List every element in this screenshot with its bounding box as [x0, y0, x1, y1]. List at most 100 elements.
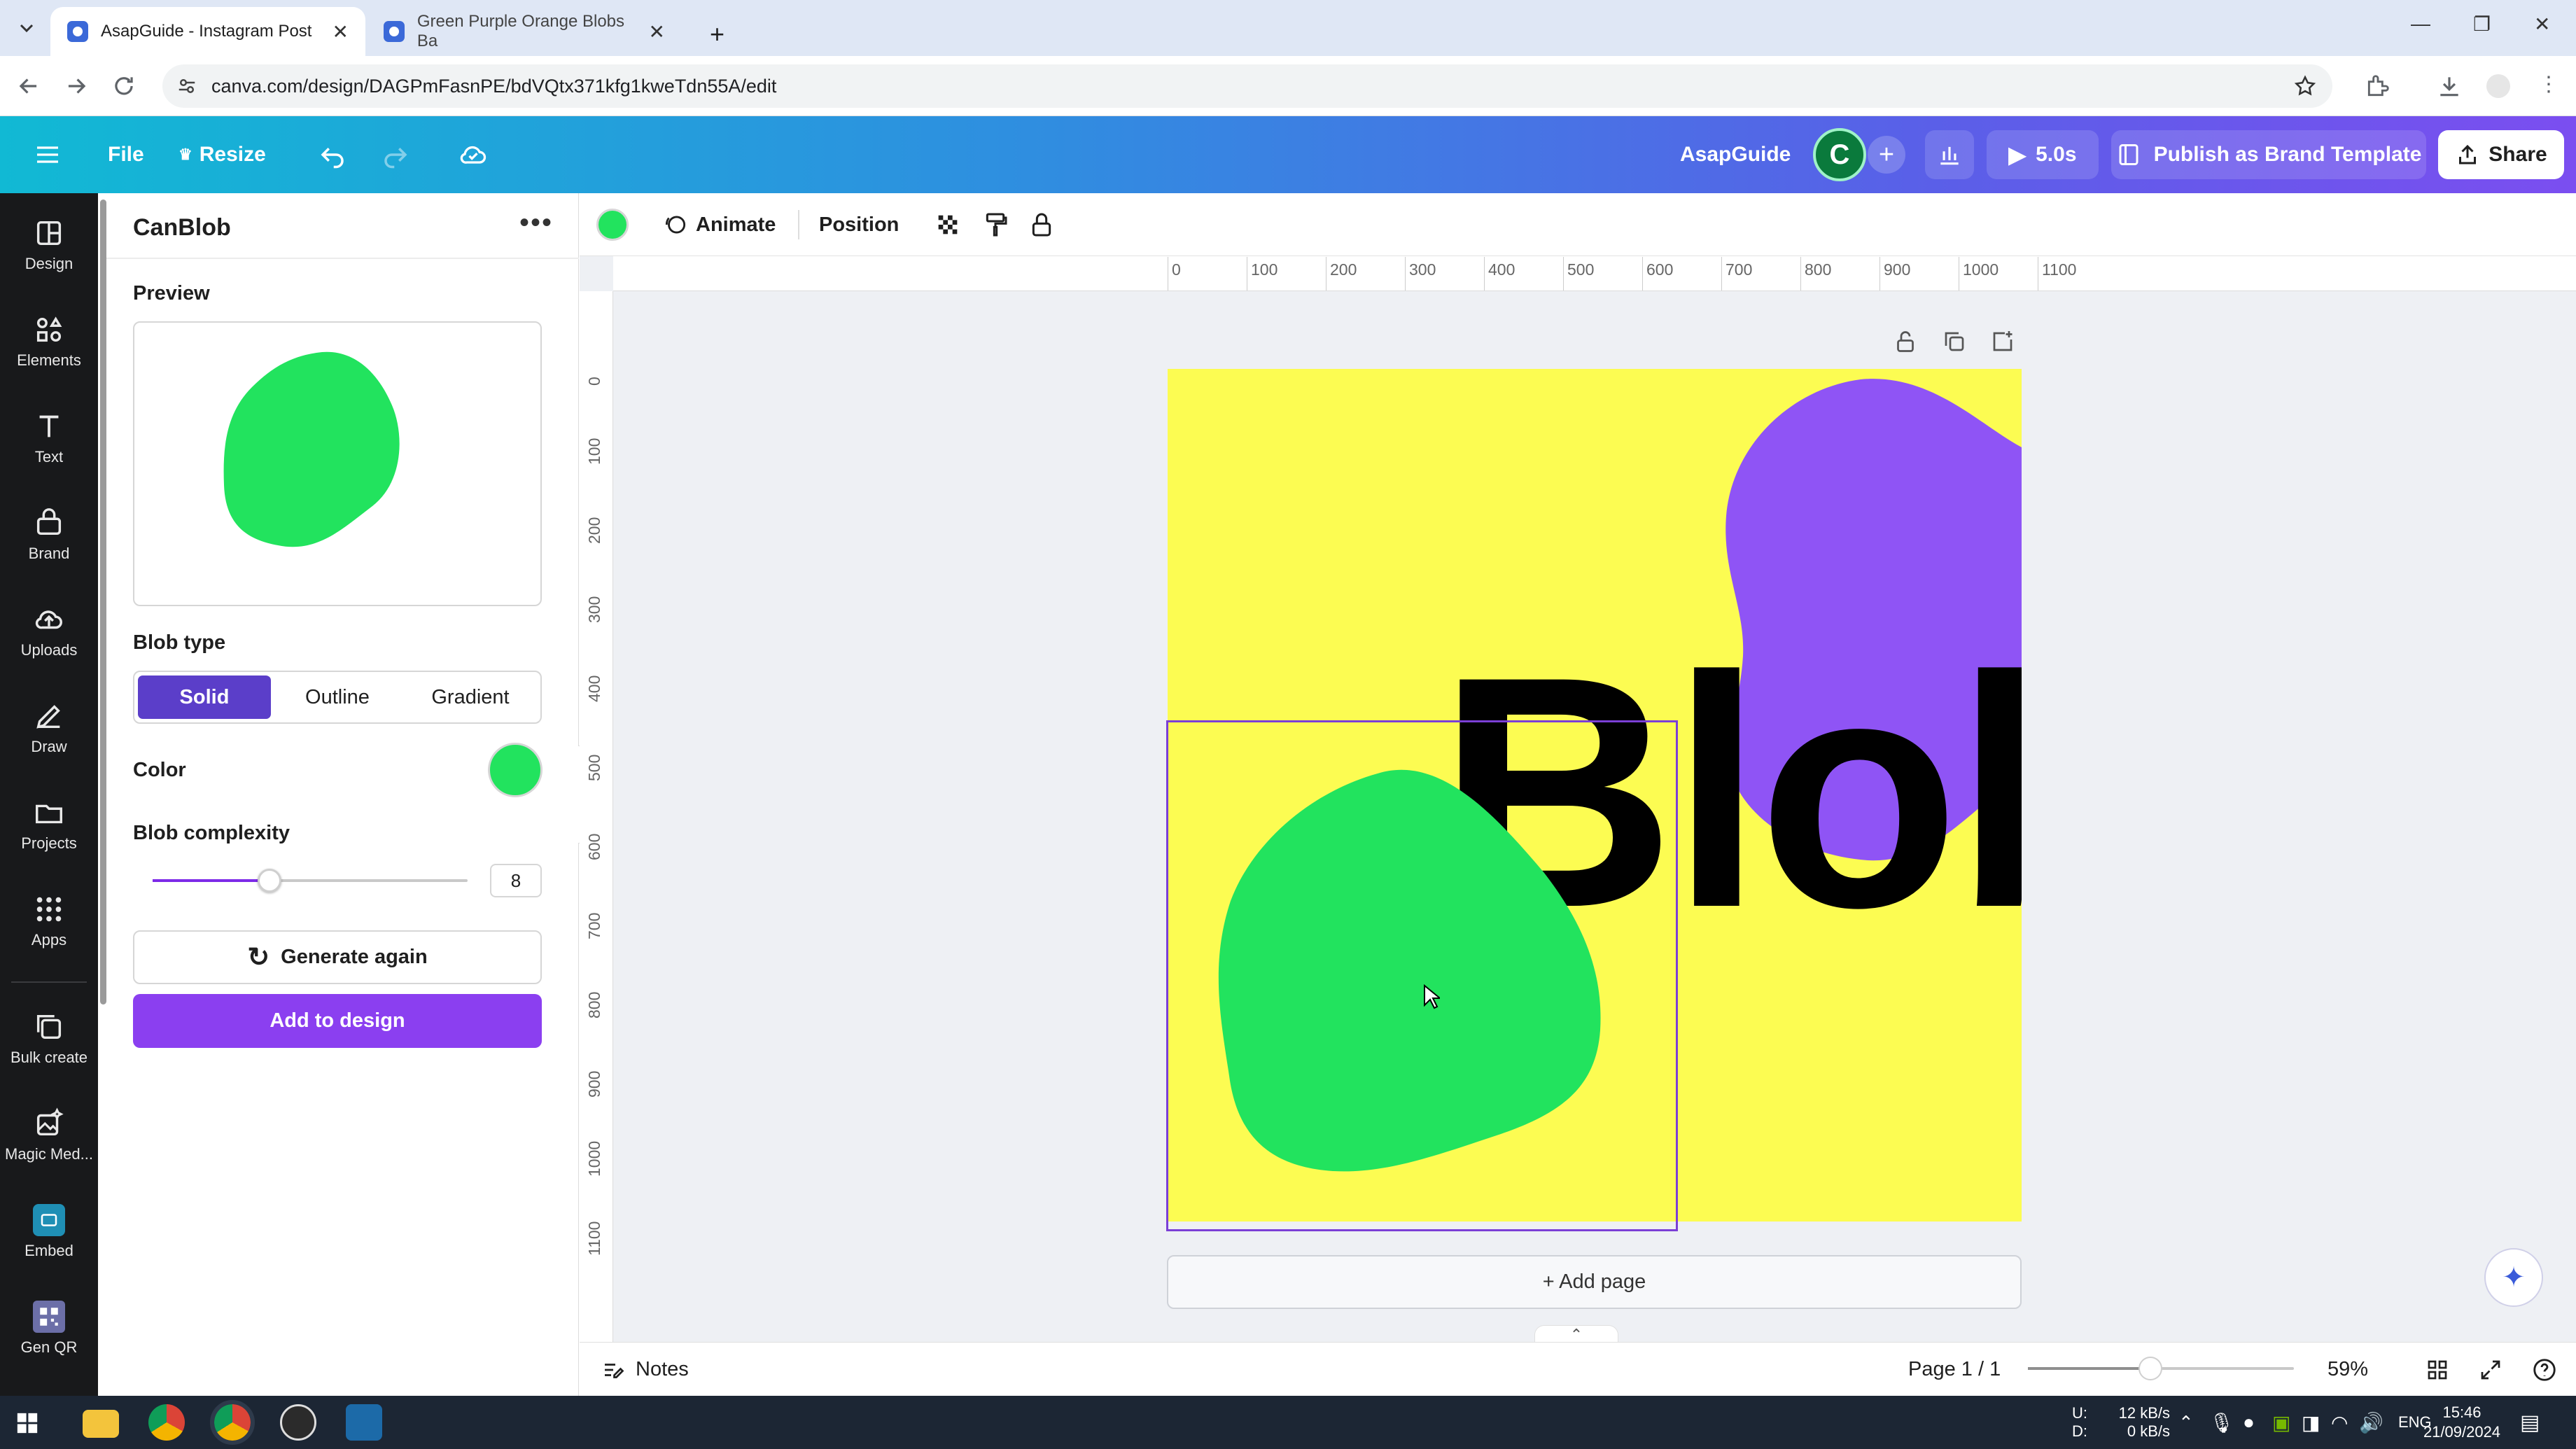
- present-button[interactable]: ▶ 5.0s: [1987, 130, 2099, 179]
- close-tab-icon[interactable]: ✕: [649, 20, 665, 43]
- url-input[interactable]: canva.com/design/DAGPmFasnPE/bdVQtx371kf…: [162, 64, 2332, 108]
- insights-button[interactable]: [1925, 130, 1974, 179]
- minimize-icon[interactable]: —: [2411, 13, 2430, 35]
- record-icon[interactable]: ●: [2243, 1396, 2255, 1449]
- rail-item-text[interactable]: Text: [0, 410, 98, 466]
- blob-color-swatch[interactable]: [488, 743, 542, 797]
- app-tray-icon[interactable]: ◨: [2302, 1396, 2320, 1449]
- zoom-slider-knob[interactable]: [2138, 1357, 2162, 1380]
- forward-icon[interactable]: [63, 73, 90, 99]
- download-icon[interactable]: [2436, 73, 2463, 99]
- element-color-swatch[interactable]: [596, 209, 629, 241]
- blob-type-solid[interactable]: Solid: [138, 676, 271, 719]
- add-to-design-button[interactable]: Add to design: [133, 994, 542, 1048]
- duplicate-page-icon[interactable]: [1942, 329, 1967, 354]
- lock-icon[interactable]: [1028, 193, 1056, 256]
- chrome-active-icon[interactable]: [210, 1400, 255, 1445]
- share-button[interactable]: Share: [2438, 130, 2564, 179]
- tray-chevron-icon[interactable]: ⌃: [2178, 1396, 2194, 1449]
- obs-icon[interactable]: [280, 1404, 316, 1441]
- main-menu-icon[interactable]: [32, 116, 63, 193]
- team-name[interactable]: AsapGuide: [1680, 116, 1791, 193]
- tab-search-icon[interactable]: [15, 17, 38, 39]
- browser-menu-icon[interactable]: ⋮: [2538, 74, 2565, 101]
- rail-item-apps[interactable]: Apps: [0, 893, 98, 949]
- rail-item-gen-qr[interactable]: Gen QR: [0, 1301, 98, 1357]
- volume-icon[interactable]: 🔊: [2359, 1396, 2384, 1449]
- animate-button[interactable]: Animate: [662, 193, 776, 256]
- more-options-icon[interactable]: •••: [519, 207, 553, 239]
- lock-page-icon[interactable]: [1893, 329, 1918, 354]
- file-menu[interactable]: File: [108, 116, 144, 193]
- rail-item-uploads[interactable]: Uploads: [0, 603, 98, 659]
- profile-avatar[interactable]: [2486, 74, 2510, 98]
- nvidia-icon[interactable]: ▣: [2272, 1396, 2290, 1449]
- transparency-icon[interactable]: [934, 193, 962, 256]
- grid-view-icon[interactable]: [2425, 1343, 2450, 1396]
- show-pages-chevron-icon[interactable]: ⌃: [1534, 1325, 1618, 1343]
- rail-item-embed[interactable]: Embed: [0, 1204, 98, 1260]
- refresh-icon: ↻: [247, 943, 270, 972]
- position-button[interactable]: Position: [819, 193, 899, 256]
- rail-item-magic-media[interactable]: Magic Med...: [0, 1107, 98, 1163]
- horizontal-ruler: 0 100 200 300 400 500 600 700 800 900 1000 1100: [613, 256, 2576, 291]
- file-explorer-icon[interactable]: [83, 1410, 119, 1438]
- clock[interactable]: 15:46 21/09/2024: [2416, 1396, 2507, 1449]
- new-tab-button[interactable]: +: [693, 10, 741, 59]
- close-window-icon[interactable]: ✕: [2534, 13, 2550, 36]
- site-info-icon[interactable]: [176, 76, 197, 97]
- page-indicator[interactable]: Page 1 / 1: [1908, 1343, 2001, 1396]
- blob-type-outline[interactable]: Outline: [271, 676, 404, 719]
- add-page-icon[interactable]: [1990, 329, 2015, 354]
- ruler-tick-label: 800: [585, 991, 603, 1018]
- bookmark-star-icon[interactable]: [2293, 74, 2317, 98]
- publish-brand-template-button[interactable]: Publish as Brand Template: [2111, 130, 2426, 179]
- rail-item-bulk-create[interactable]: Bulk create: [0, 1011, 98, 1067]
- chrome-icon[interactable]: [148, 1404, 185, 1441]
- user-avatar[interactable]: C: [1813, 128, 1866, 181]
- extensions-icon[interactable]: [2365, 73, 2391, 99]
- ruler-tick: [1721, 257, 1722, 290]
- back-icon[interactable]: [15, 73, 42, 99]
- browser-tab-active[interactable]: AsapGuide - Instagram Post ✕: [50, 7, 365, 56]
- complexity-value[interactable]: 8: [490, 864, 542, 897]
- complexity-slider[interactable]: [153, 869, 468, 892]
- help-icon[interactable]: [2531, 1343, 2558, 1396]
- selection-box[interactable]: [1166, 720, 1678, 1231]
- cloud-save-icon[interactable]: [455, 116, 491, 193]
- rail-item-draw[interactable]: Draw: [0, 700, 98, 756]
- zoom-slider[interactable]: [2028, 1357, 2294, 1380]
- panel-scrollbar[interactable]: [566, 263, 572, 1383]
- browser-tab[interactable]: Green Purple Orange Blobs Ba ✕: [367, 7, 682, 56]
- resize-button[interactable]: ♛ Resize: [178, 116, 266, 193]
- rail-item-elements[interactable]: Elements: [0, 314, 98, 370]
- magic-assistant-icon[interactable]: ✦: [2484, 1248, 2543, 1307]
- notifications-icon[interactable]: ▤: [2520, 1396, 2540, 1449]
- restore-icon[interactable]: ❐: [2473, 13, 2491, 36]
- wifi-icon[interactable]: ◠: [2331, 1396, 2348, 1449]
- preview-blob: [223, 351, 400, 547]
- blob-type-gradient[interactable]: Gradient: [404, 676, 537, 719]
- rail-item-design[interactable]: Design: [0, 217, 98, 273]
- paint-format-icon[interactable]: [981, 193, 1009, 256]
- rail-item-brand[interactable]: Brand: [0, 507, 98, 563]
- rail-item-projects[interactable]: Projects: [0, 797, 98, 853]
- generate-again-button[interactable]: ↻ Generate again: [133, 930, 542, 984]
- redo-icon[interactable]: [378, 116, 413, 193]
- reload-icon[interactable]: [111, 73, 137, 99]
- present-duration: 5.0s: [2036, 143, 2077, 166]
- invite-button[interactable]: +: [1868, 136, 1905, 174]
- preview-label: Preview: [133, 282, 210, 304]
- notes-button[interactable]: Notes: [601, 1343, 689, 1396]
- slider-knob[interactable]: [257, 869, 281, 892]
- zoom-level[interactable]: 59%: [2328, 1343, 2368, 1396]
- microphone-icon[interactable]: 🎙: [2209, 1396, 2234, 1449]
- fullscreen-icon[interactable]: [2478, 1343, 2503, 1396]
- windows-start-icon[interactable]: [15, 1411, 39, 1435]
- slider-fill: [153, 879, 270, 882]
- rail-scrollbar[interactable]: [100, 200, 106, 1004]
- undo-icon[interactable]: [315, 116, 350, 193]
- app-icon[interactable]: [346, 1404, 382, 1441]
- close-tab-icon[interactable]: ✕: [332, 20, 349, 43]
- add-page-button[interactable]: + Add page: [1167, 1255, 2022, 1309]
